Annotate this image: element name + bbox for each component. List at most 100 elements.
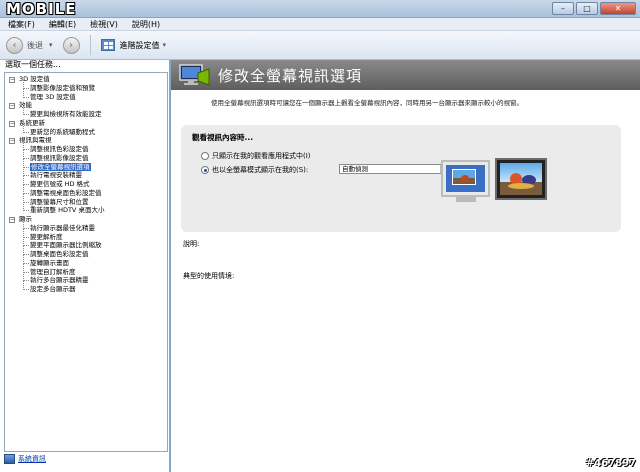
tree-item-label[interactable]: 調整影像設定值和預覽 [30, 84, 95, 92]
tree-item[interactable]: 執行顯示器最佳化精靈 [5, 219, 167, 233]
option-fullscreen-label[interactable]: 也以全螢幕模式顯示在我的(S): [212, 165, 308, 175]
collapse-toggle-icon[interactable]: − [9, 138, 15, 145]
option-fullscreen[interactable]: 也以全螢幕模式顯示在我的(S): [201, 165, 308, 175]
main-panel: 修改全螢幕視訊選項 使用全螢幕視訊選項時可讓您在一個顯示器上觀看全螢幕視訊內容，… [171, 60, 640, 472]
menu-edit[interactable]: 編輯(E) [49, 19, 76, 30]
tree-item[interactable]: 旋轉顯示畫面 [5, 254, 167, 268]
menu-bar: 檔案(F) 編輯(E) 檢視(V) 說明(H) [0, 18, 640, 31]
maximize-button[interactable]: □ [576, 2, 598, 15]
fullscreen-options-group: 觀看視訊內容時... 只顯示在我的觀看應用程式中(I) 也以全螢幕模式顯示在我的… [181, 125, 621, 232]
tree-item[interactable]: 變更平面顯示器比例縮放 [5, 237, 167, 250]
collapse-toggle-icon[interactable]: − [9, 217, 15, 223]
tree-item-label[interactable]: 調整桌面色彩設定值 [30, 250, 89, 258]
window-controls: – □ ✕ [552, 2, 636, 15]
back-label[interactable]: 後退 [27, 40, 43, 51]
radio-fullscreen[interactable] [201, 166, 209, 174]
forward-arrow-icon: › [69, 39, 74, 51]
tree-item[interactable]: 調整桌面色彩設定值 [5, 246, 167, 259]
tree-item-label[interactable]: 調整電視桌面色彩設定值 [30, 189, 102, 197]
tree-item[interactable]: 調整視訊色彩設定值 [5, 141, 167, 154]
tree-item[interactable]: 變更與檢視所有效能設定 [5, 106, 167, 119]
tree-item[interactable]: 修改全螢幕視訊選項 [5, 158, 167, 172]
tree-item-label[interactable]: 執行顯示器最佳化精靈 [30, 224, 95, 232]
collapse-toggle-icon[interactable]: − [9, 120, 15, 127]
tree-item[interactable]: 變更解析度 [5, 228, 167, 242]
system-info-link[interactable]: 系統資訊 [4, 454, 46, 464]
watermark-logo: MOBILE [6, 0, 77, 18]
tree-item-label[interactable]: 旋轉顯示畫面 [30, 259, 69, 267]
tree-item-label[interactable]: 變更信號或 HD 格式 [30, 180, 90, 188]
tree-item[interactable]: 調整視訊影像設定值 [5, 149, 167, 163]
watermark-id: #467897 [585, 458, 636, 469]
sidebar-header: 選取一個任務... [5, 60, 61, 69]
menu-view[interactable]: 檢視(V) [90, 19, 118, 30]
task-tree[interactable]: −3D 設定值 調整影像設定值和預覽 管理 3D 設定值 − 效能 變更與檢視所有效能設定… [4, 72, 168, 452]
display-select[interactable]: 自動偵測 ▾ [339, 164, 450, 174]
tree-item-label[interactable]: 管理自訂解析度 [30, 268, 76, 276]
toolbar: ‹ 後退 ▾ › 進階設定值 ▾ [0, 31, 640, 60]
tree-item[interactable]: 更新您的系統驅動程式 [5, 123, 167, 137]
tree-item[interactable]: 執行電視安裝精靈 [5, 167, 167, 180]
close-button[interactable]: ✕ [600, 2, 636, 15]
description-label: 說明: [183, 240, 200, 248]
advanced-settings-icon[interactable] [100, 39, 115, 51]
tree-item[interactable]: 調整螢幕尺寸和位置 [5, 193, 167, 207]
secondary-monitor-preview [495, 158, 547, 202]
tree-item-label[interactable]: 修改全螢幕視訊選項 [30, 162, 91, 171]
tree-category[interactable]: − 系統更新 [5, 119, 167, 128]
tree-item-label[interactable]: 變更與檢視所有效能設定 [30, 110, 102, 118]
tree-item-label[interactable]: 變更解析度 [30, 233, 63, 241]
task-sidebar: 選取一個任務... −3D 設定值 調整影像設定值和預覽 管理 3D 設定值 − 效能變… [0, 60, 170, 472]
video-settings-icon [179, 64, 210, 86]
page-header: 修改全螢幕視訊選項 [171, 60, 640, 90]
tree-item[interactable]: 變更信號或 HD 格式 [5, 176, 167, 189]
collapse-toggle-icon[interactable]: − [9, 77, 15, 83]
system-info-icon [4, 454, 15, 464]
chevron-down-icon[interactable]: ▾ [163, 41, 167, 49]
back-button[interactable]: ‹ [6, 36, 23, 54]
tree-item-label[interactable]: 管理 3D 設定值 [30, 93, 76, 101]
tree-category[interactable]: − 效能 [5, 101, 167, 110]
menu-help[interactable]: 說明(H) [132, 19, 160, 30]
tree-item-label[interactable]: 效能 [19, 101, 32, 109]
forward-button[interactable]: › [62, 36, 80, 54]
tree-item-label[interactable]: 重新調整 HDTV 桌面大小 [30, 206, 104, 214]
tree-item-label[interactable]: 設定多台顯示器 [30, 285, 76, 293]
tree-item[interactable]: 執行多台顯示器精靈 [5, 272, 167, 285]
system-info-label[interactable]: 系統資訊 [18, 454, 46, 464]
chevron-down-icon[interactable]: ▾ [49, 41, 53, 49]
tree-category[interactable]: − 視訊與電視 [5, 136, 167, 145]
minimize-button[interactable]: – [552, 2, 574, 15]
option-viewer-only[interactable]: 只顯示在我的觀看應用程式中(I) [201, 151, 311, 161]
tree-item[interactable]: 設定多台顯示器 [5, 281, 167, 294]
primary-monitor-preview [441, 160, 490, 204]
tree-item[interactable]: 管理自訂解析度 [5, 263, 167, 277]
tree-item-label[interactable]: 調整螢幕尺寸和位置 [30, 198, 89, 206]
tree-item[interactable]: 調整影像設定值和預覽 [5, 79, 167, 93]
display-select-value: 自動偵測 [342, 165, 368, 173]
tree-category[interactable]: −3D 設定值 [5, 75, 167, 84]
usage-label: 典型的使用情境: [183, 272, 235, 280]
advanced-settings-button[interactable]: 進階設定值 [120, 40, 160, 51]
tree-item[interactable]: 管理 3D 設定值 [5, 88, 167, 102]
tree-item-label[interactable]: 執行多台顯示器精靈 [30, 276, 89, 284]
page-description: 使用全螢幕視訊選項時可讓您在一個顯示器上觀看全螢幕視訊內容，同時用另一台顯示器來… [211, 99, 523, 107]
radio-viewer-only[interactable] [201, 152, 209, 160]
tree-item-label[interactable]: 更新您的系統驅動程式 [30, 128, 95, 136]
menu-file[interactable]: 檔案(F) [8, 19, 35, 30]
title-bar: MOBILE – □ ✕ [0, 0, 640, 18]
tree-category[interactable]: − 顯示 [5, 215, 167, 224]
tree-item[interactable]: 重新調整 HDTV 桌面大小 [5, 202, 167, 215]
tree-item-label[interactable]: 變更平面顯示器比例縮放 [30, 241, 102, 249]
group-title: 觀看視訊內容時... [192, 133, 254, 142]
collapse-toggle-icon[interactable]: − [9, 103, 15, 110]
option-viewer-only-label[interactable]: 只顯示在我的觀看應用程式中(I) [212, 151, 311, 161]
back-arrow-icon: ‹ [12, 39, 17, 51]
page-title: 修改全螢幕視訊選項 [218, 67, 363, 85]
tree-item[interactable]: 調整電視桌面色彩設定值 [5, 184, 167, 198]
tree-item-label[interactable]: 顯示 [19, 215, 32, 223]
tree-item-label[interactable]: 執行電視安裝精靈 [30, 171, 82, 179]
tree-item-label[interactable]: 調整視訊影像設定值 [30, 154, 89, 162]
tree-item-label[interactable]: 調整視訊色彩設定值 [30, 145, 89, 153]
toolbar-divider [89, 35, 91, 55]
